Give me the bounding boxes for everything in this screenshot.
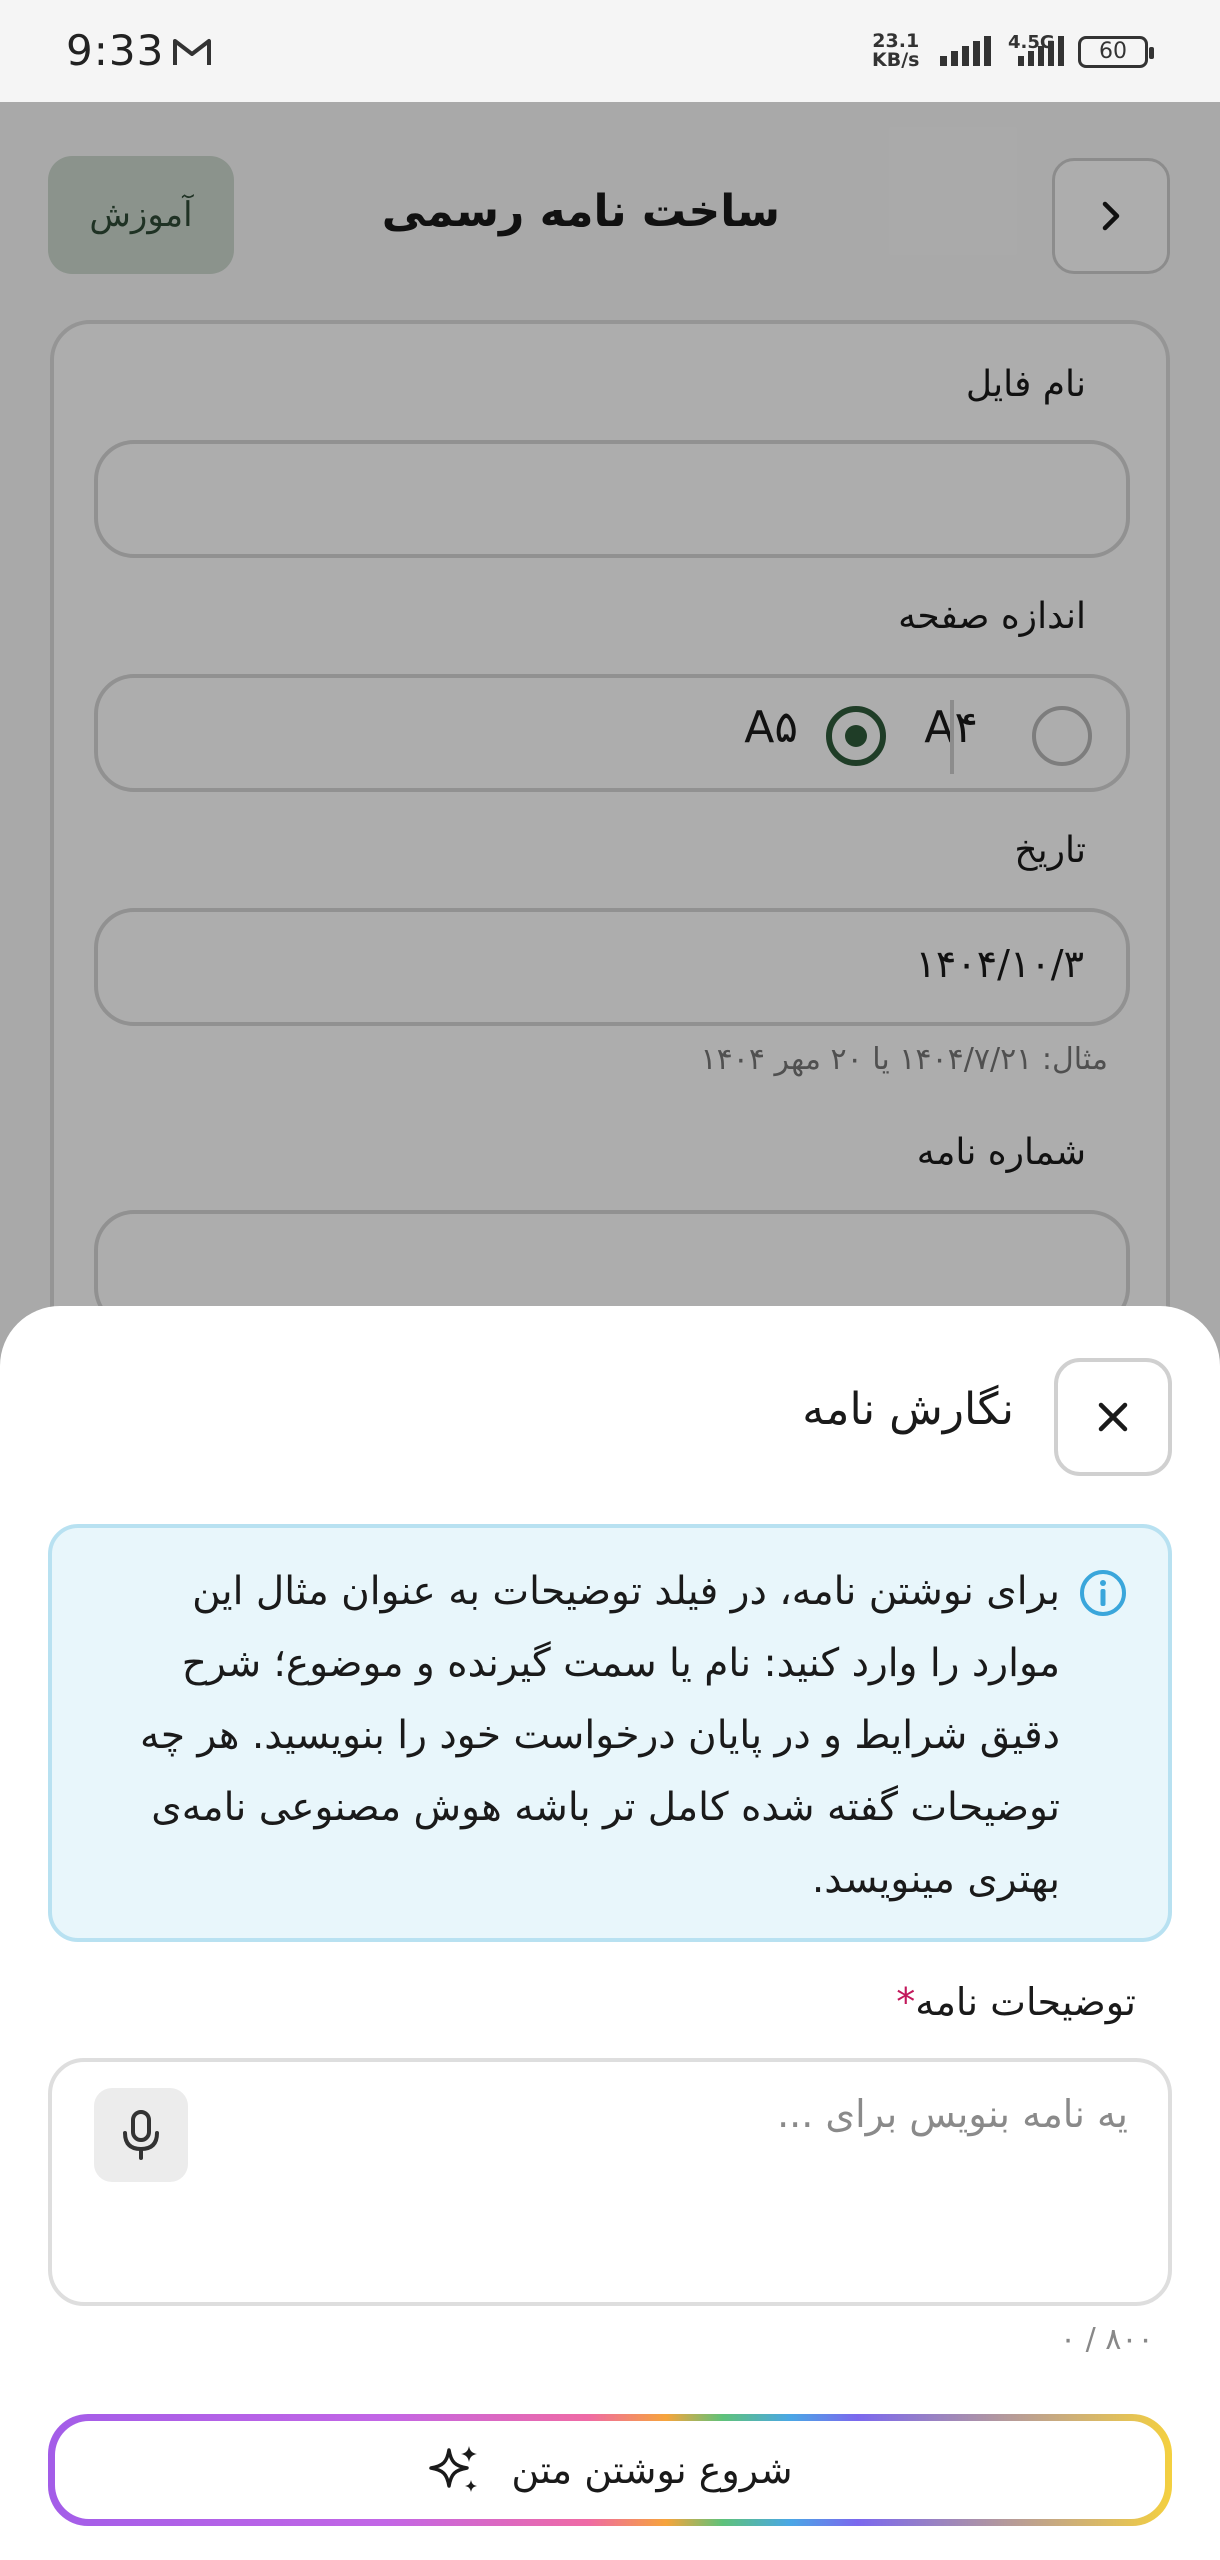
compose-letter-sheet: نگارش نامه برای نوشتن نامه، در فیلد توضی… [0,1306,1220,2560]
close-icon [1098,1402,1128,1432]
start-writing-button[interactable]: شروع نوشتن متن [48,2414,1172,2526]
info-text: برای نوشتن نامه، در فیلد توضیحات به عنوا… [139,1569,1060,1902]
info-icon [1080,1570,1126,1616]
voice-input-button[interactable] [94,2088,188,2182]
signal-icon-2 [1018,36,1064,66]
network-speed: 23.1 KB/s [872,30,920,71]
gmail-icon [173,39,211,65]
status-time: 9:33 [66,26,165,75]
status-bar: 9:33 23.1 KB/s 4.5G 60 [0,0,1220,102]
signal-icon [940,36,991,66]
info-box: برای نوشتن نامه، در فیلد توضیحات به عنوا… [48,1524,1172,1942]
sparkles-icon [429,2446,478,2492]
microphone-icon [123,2110,159,2160]
description-label: توضیحات نامه* [896,1980,1136,2024]
required-mark: * [896,1980,916,2024]
start-writing-label: شروع نوشتن متن [511,2448,793,2492]
close-button[interactable] [1054,1358,1172,1476]
description-input[interactable]: یه نامه بنویس برای ... [48,2058,1172,2306]
sheet-title: نگارش نامه [802,1384,1014,1435]
battery-icon: 60 [1078,36,1154,68]
start-writing-button-inner: شروع نوشتن متن [55,2421,1165,2519]
character-counter: ۰ / ۸۰۰ [1060,2322,1154,2357]
description-placeholder: یه نامه بنویس برای ... [777,2092,1128,2136]
